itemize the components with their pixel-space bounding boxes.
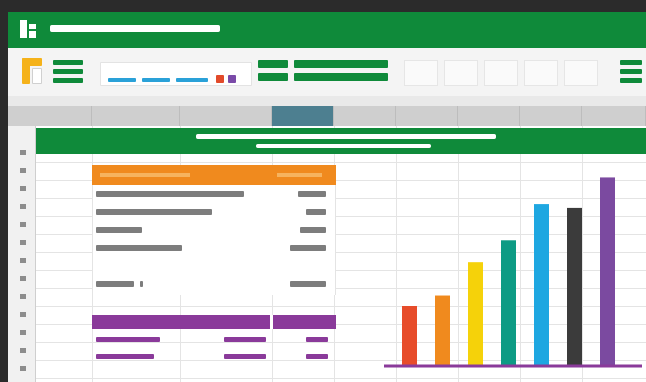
chart-bar[interactable] xyxy=(534,204,549,366)
menu-icon[interactable] xyxy=(620,60,642,84)
fill-color-swatch[interactable] xyxy=(216,75,224,83)
chart-bar[interactable] xyxy=(468,262,483,366)
sheet-title xyxy=(196,134,496,139)
row-number[interactable] xyxy=(20,204,26,209)
table-row[interactable] xyxy=(96,281,134,287)
table-row[interactable] xyxy=(96,227,142,233)
chart-bar[interactable] xyxy=(501,240,516,366)
table-row-value[interactable] xyxy=(290,281,326,287)
table-sub-row[interactable] xyxy=(96,337,160,342)
table-row-value[interactable] xyxy=(290,245,326,251)
column-header[interactable] xyxy=(458,106,520,126)
column-header[interactable] xyxy=(180,106,272,126)
table-header xyxy=(92,165,336,185)
row-number[interactable] xyxy=(20,366,26,371)
app-logo-icon xyxy=(20,20,36,38)
style-tile-1[interactable] xyxy=(404,60,438,86)
table-row[interactable] xyxy=(96,245,182,251)
row-number[interactable] xyxy=(20,276,26,281)
chart-bar[interactable] xyxy=(567,207,582,366)
number-format-controls[interactable] xyxy=(258,60,390,84)
data-table[interactable] xyxy=(92,185,336,295)
table-row-value[interactable] xyxy=(298,191,326,197)
style-tile-3[interactable] xyxy=(484,60,518,86)
font-color-swatch[interactable] xyxy=(228,75,236,83)
table-row-value[interactable] xyxy=(300,227,326,233)
row-number[interactable] xyxy=(20,150,26,155)
row-number[interactable] xyxy=(20,330,26,335)
row-number[interactable] xyxy=(20,294,26,299)
table-format-icon[interactable] xyxy=(53,60,83,84)
table-sub-row-value[interactable] xyxy=(306,354,328,359)
table-row[interactable] xyxy=(96,191,244,197)
table-sub-row-value[interactable] xyxy=(224,354,266,359)
chart-bar[interactable] xyxy=(402,306,417,366)
bar-chart-svg xyxy=(384,177,642,368)
title-bar xyxy=(8,12,646,48)
chart-bar[interactable] xyxy=(435,295,450,366)
font-controls[interactable] xyxy=(100,62,252,88)
style-tile-4[interactable] xyxy=(524,60,558,86)
column-header[interactable] xyxy=(36,106,92,126)
row-number[interactable] xyxy=(20,258,26,263)
sheet-subtitle xyxy=(256,144,431,148)
table-row[interactable] xyxy=(96,209,212,215)
paste-icon[interactable] xyxy=(22,58,42,86)
chart-bar[interactable] xyxy=(600,177,615,366)
row-number[interactable] xyxy=(20,348,26,353)
row-number[interactable] xyxy=(20,312,26,317)
window-title xyxy=(50,25,220,32)
column-header[interactable] xyxy=(396,106,458,126)
style-tile-5[interactable] xyxy=(564,60,598,86)
table-row-value[interactable] xyxy=(306,209,326,215)
row-number[interactable] xyxy=(20,222,26,227)
table-total-row xyxy=(92,315,336,329)
column-header[interactable] xyxy=(520,106,582,126)
table-sub-row-value[interactable] xyxy=(306,337,328,342)
column-header[interactable] xyxy=(92,106,180,126)
table-sub-row[interactable] xyxy=(96,354,154,359)
bar-chart[interactable] xyxy=(380,150,646,382)
formula-bar[interactable] xyxy=(8,96,646,106)
table-sub-row-value[interactable] xyxy=(224,337,266,342)
table-row-marker xyxy=(140,281,143,287)
column-header[interactable] xyxy=(582,106,646,126)
ribbon-toolbar xyxy=(8,48,646,96)
style-tile-2[interactable] xyxy=(444,60,478,86)
column-header[interactable] xyxy=(334,106,396,126)
row-number[interactable] xyxy=(20,186,26,191)
row-number[interactable] xyxy=(20,168,26,173)
column-header-selected[interactable] xyxy=(272,106,334,126)
row-number[interactable] xyxy=(20,240,26,245)
row-headers xyxy=(8,126,36,382)
